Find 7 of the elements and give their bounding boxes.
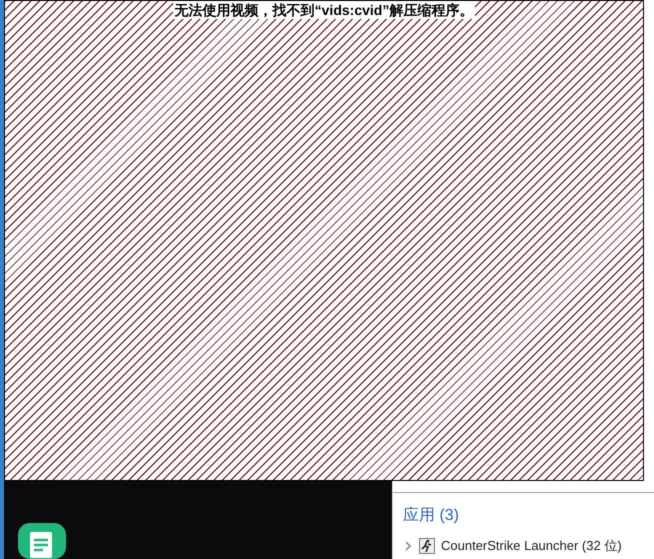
section-heading: 应用 (3) (403, 506, 460, 526)
chevron-icon[interactable] (403, 540, 413, 551)
app-name: CounterStrike Launcher (32 位) (441, 537, 622, 555)
runner-icon (419, 538, 435, 554)
error-message: 无法使用视频，找不到“vids:cvid”解压缩程序。 (172, 1, 476, 19)
notepad-app-icon[interactable] (18, 523, 66, 559)
app-row[interactable]: CounterStrike Launcher (32 位) (403, 536, 654, 556)
